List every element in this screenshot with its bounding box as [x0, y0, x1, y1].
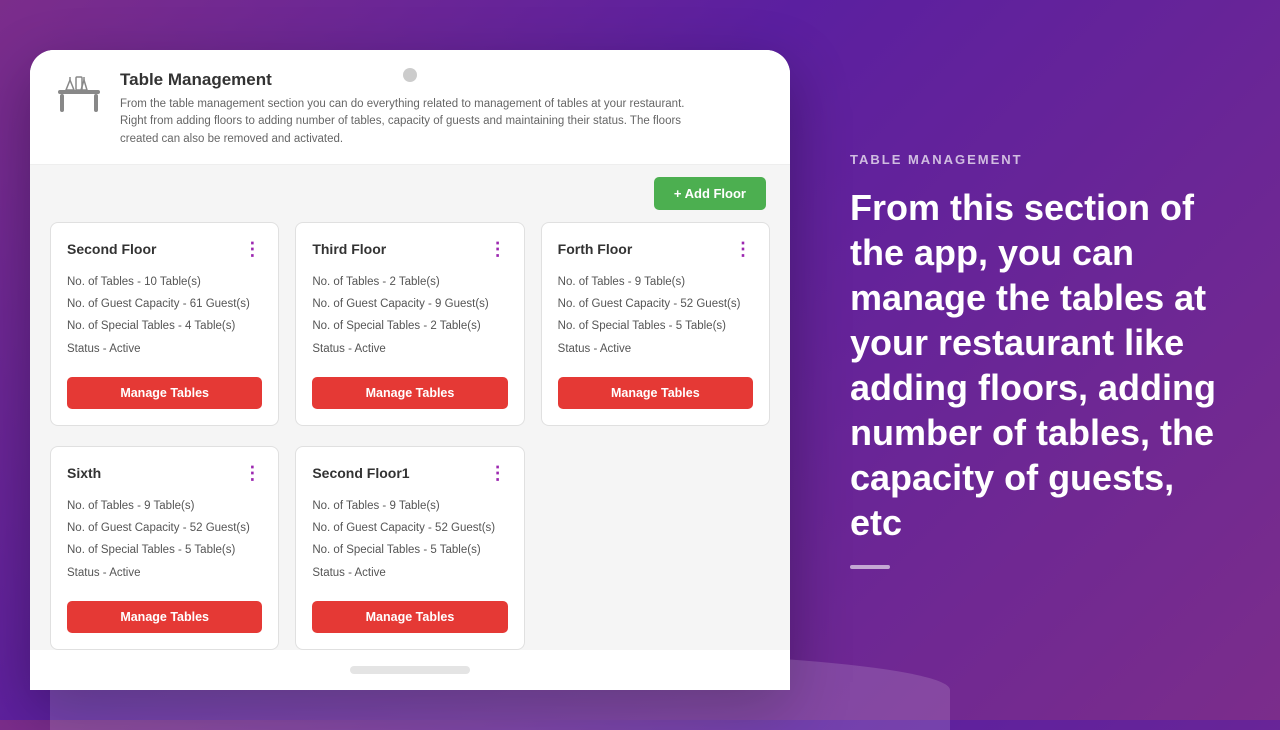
guest-capacity-info: No. of Guest Capacity - 52 Guest(s): [558, 296, 753, 313]
status-info: Status - Active: [558, 341, 753, 358]
page-description: From the table management section you ca…: [120, 96, 700, 148]
guest-capacity-info: No. of Guest Capacity - 61 Guest(s): [67, 296, 262, 313]
status-info: Status - Active: [67, 341, 262, 358]
floors-grid-row1: Second Floor ⋮ No. of Tables - 10 Table(…: [30, 222, 790, 446]
floor-card: Second Floor1 ⋮ No. of Tables - 9 Table(…: [295, 446, 524, 650]
special-tables-info: No. of Special Tables - 5 Table(s): [558, 318, 753, 335]
manage-tables-button[interactable]: Manage Tables: [67, 601, 262, 633]
device-frame: Table Management From the table manageme…: [30, 50, 790, 690]
manage-tables-button[interactable]: Manage Tables: [558, 377, 753, 409]
floor-name: Third Floor: [312, 241, 386, 257]
toolbar: + Add Floor: [30, 165, 790, 222]
accent-divider: [850, 565, 890, 569]
add-floor-button[interactable]: + Add Floor: [654, 177, 766, 210]
floors-grid-row2: Sixth ⋮ No. of Tables - 9 Table(s) No. o…: [30, 446, 790, 650]
floor-name: Forth Floor: [558, 241, 633, 257]
floor-card-header: Sixth ⋮: [67, 463, 262, 484]
more-options-icon[interactable]: ⋮: [734, 239, 753, 260]
floor-card: Second Floor ⋮ No. of Tables - 10 Table(…: [50, 222, 279, 426]
special-tables-info: No. of Special Tables - 5 Table(s): [67, 542, 262, 559]
manage-tables-button[interactable]: Manage Tables: [312, 601, 507, 633]
more-options-icon[interactable]: ⋮: [243, 239, 262, 260]
status-info: Status - Active: [67, 565, 262, 582]
manage-tables-button[interactable]: Manage Tables: [312, 377, 507, 409]
floor-card-header: Second Floor ⋮: [67, 239, 262, 260]
guest-capacity-info: No. of Guest Capacity - 9 Guest(s): [312, 296, 507, 313]
more-options-icon[interactable]: ⋮: [489, 239, 508, 260]
empty-cell: [541, 446, 770, 650]
floor-name: Second Floor: [67, 241, 156, 257]
section-label: TABLE MANAGEMENT: [850, 152, 1230, 167]
decorative-curve: [50, 650, 950, 730]
special-tables-info: No. of Special Tables - 2 Table(s): [312, 318, 507, 335]
floor-card: Sixth ⋮ No. of Tables - 9 Table(s) No. o…: [50, 446, 279, 650]
floor-card-header: Third Floor ⋮: [312, 239, 507, 260]
tables-info: No. of Tables - 9 Table(s): [312, 498, 507, 515]
tables-info: No. of Tables - 9 Table(s): [67, 498, 262, 515]
manage-tables-button[interactable]: Manage Tables: [67, 377, 262, 409]
special-tables-info: No. of Special Tables - 5 Table(s): [312, 542, 507, 559]
tables-info: No. of Tables - 2 Table(s): [312, 274, 507, 291]
floor-name: Second Floor1: [312, 465, 409, 481]
more-options-icon[interactable]: ⋮: [489, 463, 508, 484]
floor-card: Third Floor ⋮ No. of Tables - 2 Table(s)…: [295, 222, 524, 426]
floor-name: Sixth: [67, 465, 101, 481]
status-info: Status - Active: [312, 341, 507, 358]
device-wrapper: Table Management From the table manageme…: [0, 0, 820, 720]
device-notch: [403, 68, 417, 82]
status-info: Status - Active: [312, 565, 507, 582]
floor-card-header: Forth Floor ⋮: [558, 239, 753, 260]
special-tables-info: No. of Special Tables - 4 Table(s): [67, 318, 262, 335]
floor-card-header: Second Floor1 ⋮: [312, 463, 507, 484]
more-options-icon[interactable]: ⋮: [243, 463, 262, 484]
tables-info: No. of Tables - 10 Table(s): [67, 274, 262, 291]
right-panel: TABLE MANAGEMENT From this section of th…: [800, 0, 1280, 720]
guest-capacity-info: No. of Guest Capacity - 52 Guest(s): [312, 520, 507, 537]
tables-info: No. of Tables - 9 Table(s): [558, 274, 753, 291]
main-description-text: From this section of the app, you can ma…: [850, 185, 1230, 545]
guest-capacity-info: No. of Guest Capacity - 52 Guest(s): [67, 520, 262, 537]
floor-card: Forth Floor ⋮ No. of Tables - 9 Table(s)…: [541, 222, 770, 426]
app-screen: Table Management From the table manageme…: [30, 50, 790, 690]
table-management-icon: [54, 70, 104, 120]
